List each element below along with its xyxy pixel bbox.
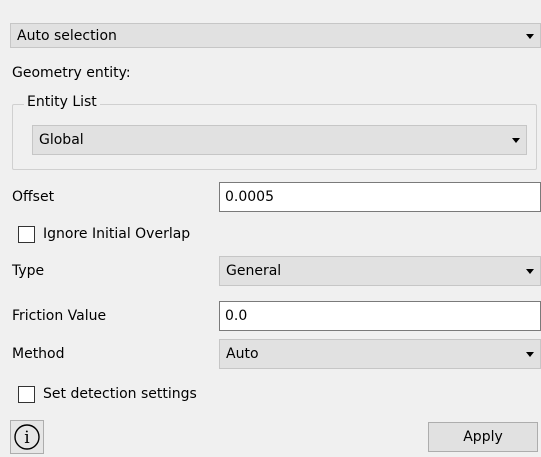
set-detection-settings-label: Set detection settings [43,386,197,402]
selection-mode-dropdown[interactable]: Auto selection [10,23,541,48]
ignore-initial-overlap-row[interactable]: Ignore Initial Overlap [18,225,190,243]
selection-mode-value: Auto selection [17,27,117,44]
apply-button-label: Apply [463,429,503,445]
type-dropdown[interactable]: General [219,256,541,286]
apply-button[interactable]: Apply [428,422,538,452]
entity-list-value: Global [39,132,84,148]
info-button[interactable]: i [10,420,44,454]
offset-label: Offset [12,189,55,205]
friction-value-value: 0.0 [225,308,248,324]
geometry-entity-label: Geometry entity: [12,65,131,81]
type-value: General [226,263,282,279]
chevron-down-icon [526,352,534,357]
chevron-down-icon [512,138,520,143]
method-value: Auto [226,346,259,362]
type-label: Type [12,263,45,279]
info-glyph: i [24,428,30,448]
method-dropdown[interactable]: Auto [219,339,541,369]
friction-value-input[interactable]: 0.0 [219,301,541,331]
offset-input[interactable]: 0.0005 [219,182,541,212]
entity-list-dropdown[interactable]: Global [32,125,527,155]
ignore-initial-overlap-checkbox[interactable] [18,225,35,243]
set-detection-settings-checkbox[interactable] [18,385,35,403]
entity-list-title: Entity List [24,94,100,110]
offset-value: 0.0005 [225,189,274,205]
ignore-initial-overlap-label: Ignore Initial Overlap [43,226,191,242]
info-icon: i [14,424,40,450]
friction-value-label: Friction Value [12,308,107,324]
set-detection-settings-row[interactable]: Set detection settings [18,385,197,403]
method-label: Method [12,346,65,362]
chevron-down-icon [526,33,534,39]
chevron-down-icon [526,269,534,274]
